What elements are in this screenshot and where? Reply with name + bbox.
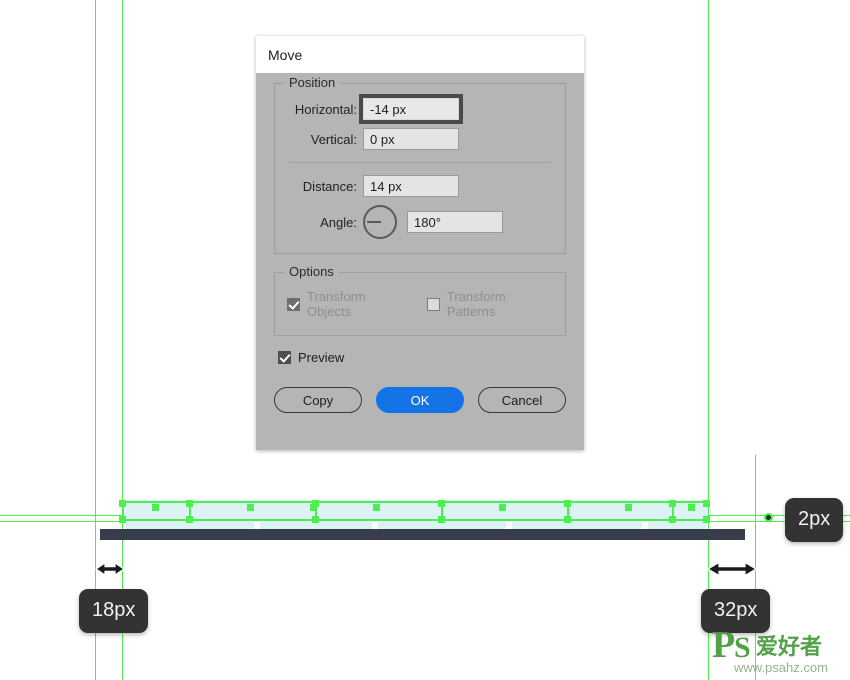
field-row-vertical: Vertical: — [287, 128, 553, 150]
angle-input[interactable] — [407, 211, 503, 233]
measure-value-2px: 2px — [798, 508, 831, 530]
measure-value-32px: 32px — [714, 599, 758, 621]
midpoint-handle[interactable] — [499, 504, 506, 511]
transform-objects-checkbox-icon[interactable] — [287, 297, 300, 311]
selection-path-outline — [120, 501, 710, 521]
anchor-point-top[interactable] — [119, 500, 126, 507]
anchor-point-top[interactable] — [564, 500, 571, 507]
label-horizontal: Horizontal: — [294, 101, 357, 117]
angle-dial[interactable] — [363, 205, 397, 239]
path-anchor-dot[interactable] — [764, 513, 773, 522]
measure-value-18px: 18px — [92, 599, 136, 621]
dialog-titlebar[interactable]: Move — [256, 36, 584, 73]
svg-text:www.psahz.com: www.psahz.com — [733, 660, 828, 675]
transform-objects-row[interactable]: Transform Objects — [287, 289, 409, 319]
transform-objects-label: Transform Objects — [307, 289, 366, 319]
svg-text:P: P — [712, 624, 735, 666]
midpoint-handle[interactable] — [625, 504, 632, 511]
field-row-distance: Distance: — [287, 175, 553, 197]
preview-checkbox-icon[interactable] — [278, 351, 291, 364]
anchor-point-bottom[interactable] — [119, 516, 126, 523]
position-groupbox: Position Horizontal: Vertical: Distance:… — [274, 75, 566, 254]
dialog-body: Position Horizontal: Vertical: Distance:… — [256, 73, 584, 413]
anchor-point-top[interactable] — [669, 500, 676, 507]
label-angle: Angle: — [320, 214, 357, 230]
midpoint-handle[interactable] — [373, 504, 380, 511]
transform-patterns-checkbox-icon[interactable] — [426, 297, 440, 311]
anchor-point-top[interactable] — [186, 500, 193, 507]
selection-fill-lower-e — [648, 522, 706, 529]
measure-chip-stroke-height: 2px — [785, 498, 844, 542]
watermark-logo: P S 爱好者 www.psahz.com — [712, 624, 828, 675]
midpoint-handle[interactable] — [688, 504, 695, 511]
horizontal-input[interactable] — [359, 94, 463, 124]
options-checkbox-row: Transform Objects Transform Patterns — [287, 289, 553, 319]
position-group-legend: Position — [284, 75, 341, 90]
position-separator — [289, 162, 551, 163]
measure-chip-left-gap: 18px — [79, 589, 149, 633]
dialog-button-row: Copy OK Cancel — [274, 387, 566, 413]
midpoint-handle[interactable] — [247, 504, 254, 511]
angle-needle-icon — [367, 221, 381, 223]
preview-label: Preview — [298, 350, 345, 365]
anchor-point-bottom[interactable] — [312, 516, 319, 523]
label-vertical: Vertical: — [310, 131, 357, 147]
transform-patterns-row[interactable]: Transform Patterns — [426, 289, 553, 319]
field-row-angle: Angle: — [287, 205, 553, 239]
transform-patterns-label: Transform Patterns — [446, 289, 506, 319]
cancel-button[interactable]: Cancel — [478, 387, 566, 413]
selection-fill-lower-c — [378, 522, 506, 529]
midpoint-handle[interactable] — [152, 504, 159, 511]
label-distance: Distance: — [302, 178, 357, 194]
measure-arrow-right — [706, 558, 758, 580]
artwork-bar[interactable] — [100, 529, 745, 540]
ok-button[interactable]: OK — [376, 387, 464, 413]
anchor-point-bottom[interactable] — [669, 516, 676, 523]
anchor-point-bottom[interactable] — [186, 516, 193, 523]
anchor-point-bottom[interactable] — [438, 516, 445, 523]
selection-fill-lower-b — [260, 522, 372, 529]
distance-input[interactable] — [363, 175, 459, 197]
move-dialog[interactable]: Move Position Horizontal: Vertical: Dist… — [256, 36, 584, 450]
anchor-point-top[interactable] — [438, 500, 445, 507]
preview-row[interactable]: Preview — [278, 350, 566, 365]
anchor-point-end-bottom[interactable] — [703, 516, 710, 523]
selection-fill-lower-d — [512, 522, 642, 529]
svg-text:爱好者: 爱好者 — [756, 634, 822, 660]
options-group-legend: Options — [284, 264, 339, 279]
dialog-title: Move — [268, 46, 303, 63]
vertical-input[interactable] — [363, 128, 459, 150]
selection-fill-lower-a — [126, 522, 254, 529]
anchor-point-bottom[interactable] — [564, 516, 571, 523]
measure-arrow-left — [94, 558, 126, 580]
options-groupbox: Options Transform Objects Transform Patt… — [274, 264, 566, 336]
copy-button[interactable]: Copy — [274, 387, 362, 413]
anchor-point-end-top[interactable] — [703, 500, 710, 507]
midpoint-handle[interactable] — [310, 504, 317, 511]
field-row-horizontal: Horizontal: — [287, 94, 553, 124]
